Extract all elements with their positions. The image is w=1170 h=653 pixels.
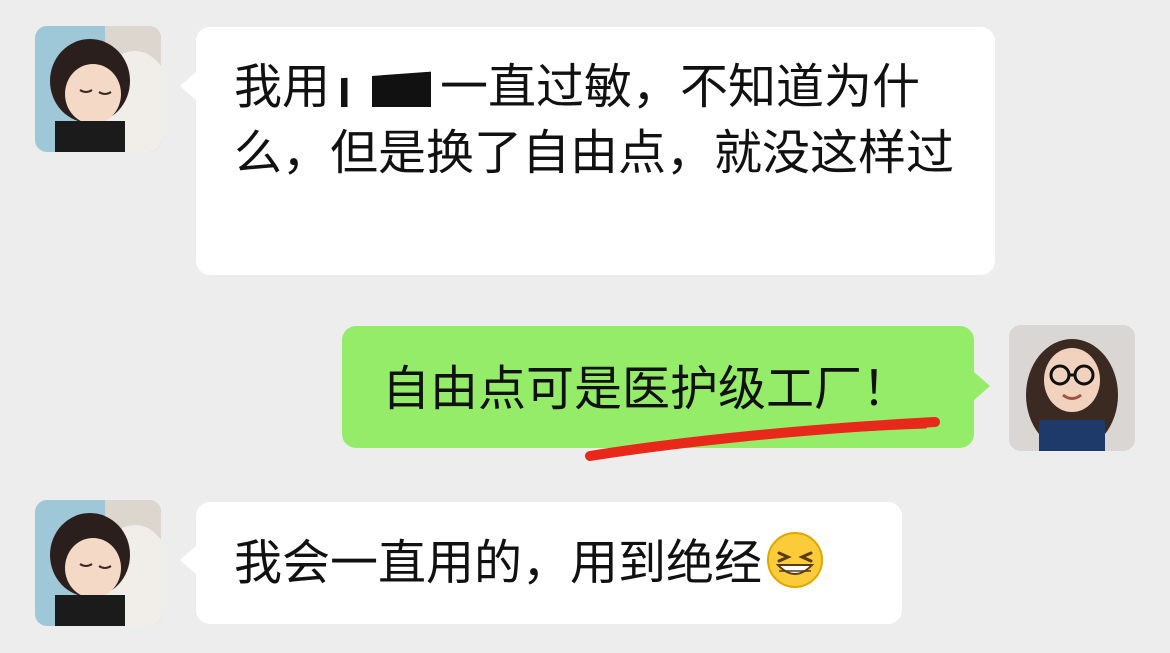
user-avatar[interactable] bbox=[1009, 325, 1135, 451]
message-text: 一直过敏，不知道为什么，但是换了自由点，就没这样过 bbox=[234, 59, 955, 181]
message-bubble-received[interactable]: 我会一直用的，用到绝经 bbox=[196, 502, 902, 624]
message-bubble-received[interactable]: 我用 一直过敏，不知道为什么，但是换了自由点，就没这样过 bbox=[196, 27, 995, 275]
grinning-squinting-face-icon bbox=[766, 531, 824, 589]
contact-avatar[interactable] bbox=[35, 500, 161, 626]
bubble-tail bbox=[180, 72, 196, 100]
message-bubble-sent[interactable]: 自由点可是医护级工厂！ bbox=[342, 326, 974, 448]
contact-avatar[interactable] bbox=[35, 26, 161, 152]
bubble-tail bbox=[180, 546, 196, 574]
message-text: 我会一直用的，用到绝经 bbox=[234, 535, 763, 591]
redacted-text bbox=[330, 71, 441, 107]
message-text: 自由点可是医护级工厂！ bbox=[382, 361, 911, 417]
message-text: 我用 bbox=[234, 59, 331, 115]
bubble-tail bbox=[974, 372, 990, 400]
